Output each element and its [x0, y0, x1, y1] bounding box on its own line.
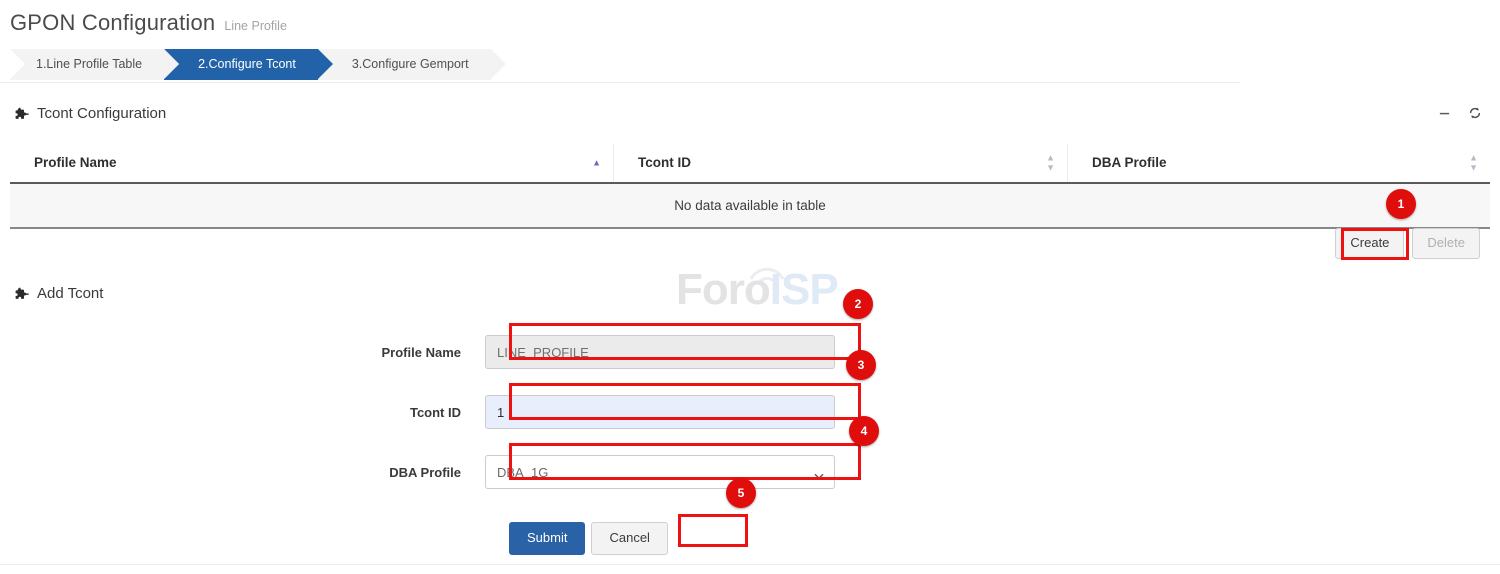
refresh-icon[interactable] — [1468, 106, 1482, 120]
page-header: GPON Configuration Line Profile — [10, 10, 287, 36]
annotation-badge-3: 3 — [846, 350, 876, 380]
annotation-badge-1: 1 — [1386, 189, 1416, 219]
page-subtitle: Line Profile — [224, 19, 287, 33]
panel-tools — [1438, 106, 1482, 120]
wizard-step-3[interactable]: 3.Configure Gemport — [318, 49, 491, 80]
cancel-button[interactable]: Cancel — [591, 522, 667, 555]
dba-profile-select[interactable]: DBA_1G — [485, 455, 835, 489]
tcont-id-input[interactable] — [485, 395, 835, 429]
wizard-bar: 1.Line Profile Table 2.Configure Tcont 3… — [0, 49, 1240, 83]
wizard-step-2[interactable]: 2.Configure Tcont — [164, 49, 318, 80]
table-action-buttons: Create Delete — [1335, 228, 1480, 259]
wizard-steps: 1.Line Profile Table 2.Configure Tcont 3… — [10, 49, 491, 80]
sort-none-icon: ▲▼ — [1046, 154, 1055, 173]
form-title: Add Tcont — [37, 285, 103, 302]
field-tcont-id — [485, 395, 835, 429]
form-buttons: Submit Cancel — [0, 522, 1500, 555]
form-row-profile-name: Profile Name — [0, 322, 1500, 382]
page-title: GPON Configuration — [10, 10, 215, 36]
sort-ascending-icon: ▲ — [592, 159, 601, 168]
column-label-tcont-id: Tcont ID — [638, 155, 691, 170]
field-dba-profile: DBA_1G — [485, 455, 835, 489]
column-label-profile-name: Profile Name — [34, 155, 117, 170]
watermark: ForoISP — [676, 268, 838, 312]
submit-button[interactable]: Submit — [509, 522, 585, 555]
annotation-badge-5: 5 — [726, 478, 756, 508]
column-header-tcont-id[interactable]: Tcont ID ▲▼ — [614, 144, 1068, 183]
form-row-tcont-id: Tcont ID — [0, 382, 1500, 442]
puzzle-icon — [14, 287, 29, 302]
watermark-part2: ISP — [770, 265, 838, 314]
empty-table-message: No data available in table — [10, 183, 1490, 228]
wizard-step-1[interactable]: 1.Line Profile Table — [10, 49, 164, 80]
tcont-table: Profile Name ▲ Tcont ID ▲▼ DBA Profile ▲… — [10, 144, 1490, 229]
label-dba-profile: DBA Profile — [0, 465, 485, 480]
table-head: Profile Name ▲ Tcont ID ▲▼ DBA Profile ▲… — [10, 144, 1490, 183]
tcont-configuration-panel-header: Tcont Configuration — [14, 105, 166, 122]
column-header-dba-profile[interactable]: DBA Profile ▲▼ — [1068, 144, 1491, 183]
watermark-signal-icon — [745, 258, 789, 284]
label-tcont-id: Tcont ID — [0, 405, 485, 420]
panel-title: Tcont Configuration — [37, 105, 166, 122]
annotation-badge-2: 2 — [843, 289, 873, 319]
puzzle-icon — [14, 107, 29, 122]
delete-button: Delete — [1412, 228, 1480, 259]
add-tcont-form: Profile Name Tcont ID DBA Profile DBA_1G… — [0, 322, 1500, 555]
wizard-step-3-label: 3.Configure Gemport — [352, 57, 469, 71]
add-tcont-header: Add Tcont — [14, 285, 103, 302]
column-label-dba-profile: DBA Profile — [1092, 155, 1167, 170]
page-bottom-divider — [0, 564, 1500, 565]
wizard-step-2-label: 2.Configure Tcont — [198, 57, 296, 71]
annotation-badge-4: 4 — [849, 416, 879, 446]
profile-name-input — [485, 335, 835, 369]
column-header-profile-name[interactable]: Profile Name ▲ — [10, 144, 614, 183]
table-body: No data available in table — [10, 183, 1490, 228]
table-header-row: Profile Name ▲ Tcont ID ▲▼ DBA Profile ▲… — [10, 144, 1490, 183]
wizard-step-1-label: 1.Line Profile Table — [36, 57, 142, 71]
create-button[interactable]: Create — [1335, 228, 1404, 259]
label-profile-name: Profile Name — [0, 345, 485, 360]
table-row-empty: No data available in table — [10, 183, 1490, 228]
field-profile-name — [485, 335, 835, 369]
watermark-part1: Foro — [676, 265, 770, 314]
collapse-icon[interactable] — [1438, 107, 1451, 120]
sort-none-icon: ▲▼ — [1469, 154, 1478, 173]
